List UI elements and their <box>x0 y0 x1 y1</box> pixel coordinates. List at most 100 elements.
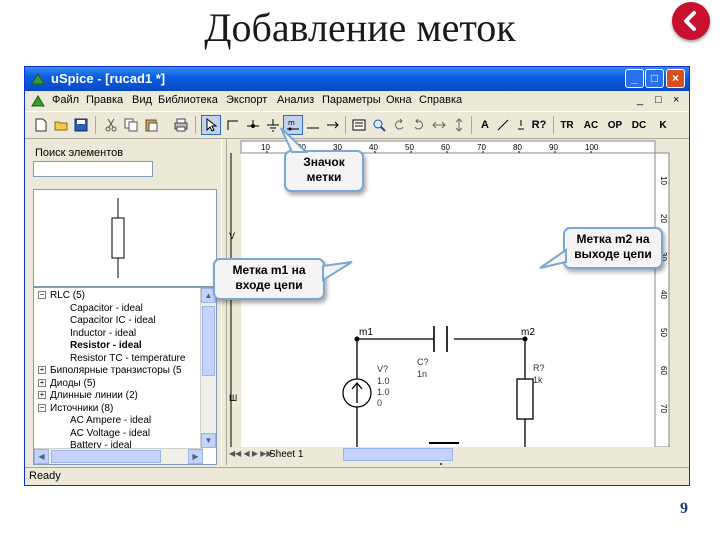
voltage-source-symbol[interactable] <box>342 378 372 408</box>
component-browser-icon[interactable] <box>349 115 369 135</box>
label-m1[interactable]: m1 <box>359 327 373 338</box>
label-m2[interactable]: m2 <box>521 327 535 338</box>
scroll-down-icon[interactable]: ▼ <box>201 433 216 448</box>
tree-vertical-scrollbar[interactable]: ▲ ▼ <box>200 288 216 448</box>
pointer-icon[interactable] <box>201 115 221 135</box>
tree-item-label: RLC (5) <box>50 290 86 301</box>
collapse-icon[interactable]: − <box>38 403 46 412</box>
transient-analysis-button[interactable]: TR <box>557 115 577 135</box>
open-folder-icon[interactable] <box>51 115 71 135</box>
scroll-thumb-horizontal[interactable] <box>51 450 161 463</box>
ruler-top-label: 10 <box>261 143 270 152</box>
wire-icon[interactable] <box>223 115 243 135</box>
sheet-tab-bar: ◀◀ ◀ ▶ ▶▶ Sheet 1 <box>227 447 687 463</box>
expand-icon[interactable]: + <box>38 366 46 374</box>
cut-icon[interactable] <box>101 115 121 135</box>
rotate-right-icon[interactable] <box>409 115 429 135</box>
zoom-icon[interactable] <box>369 115 389 135</box>
ruler-top-label: 100 <box>585 143 599 152</box>
tree-item-label: Длинные линии (2) <box>50 390 138 401</box>
dc-analysis-button[interactable]: DC <box>629 115 649 135</box>
source-param-3: 0 <box>377 398 382 408</box>
junction-icon[interactable] <box>243 115 263 135</box>
ground-icon[interactable] <box>263 115 283 135</box>
line-icon[interactable] <box>303 115 323 135</box>
menu-view[interactable]: Вид <box>132 94 152 106</box>
svg-text:m: m <box>288 119 295 127</box>
scroll-right-icon[interactable]: ▶ <box>188 449 203 464</box>
op-analysis-button[interactable]: OP <box>605 115 625 135</box>
ruler-top-label: 80 <box>513 143 522 152</box>
resistor-symbol[interactable] <box>516 378 534 420</box>
menu-export[interactable]: Экспорт <box>226 94 267 106</box>
tree-item-label: AC Ampere - ideal <box>70 415 152 426</box>
sheet-tab-1[interactable]: Sheet 1 <box>269 449 303 460</box>
menu-windows[interactable]: Окна <box>386 94 412 106</box>
callout-label-icon: Значок метки <box>284 150 364 192</box>
minimize-button[interactable]: _ <box>625 69 644 88</box>
print-icon[interactable] <box>171 115 191 135</box>
ruler-top-label: 60 <box>441 143 450 152</box>
copy-icon[interactable] <box>121 115 141 135</box>
expand-icon[interactable]: + <box>38 391 46 399</box>
line-style-icon[interactable] <box>493 115 513 135</box>
mdi-close-button[interactable]: × <box>673 94 679 106</box>
ruler-top-label: 70 <box>477 143 486 152</box>
close-button[interactable]: × <box>666 69 685 88</box>
ac-analysis-button[interactable]: AC <box>581 115 601 135</box>
scroll-thumb[interactable] <box>202 306 215 376</box>
save-icon[interactable] <box>71 115 91 135</box>
scroll-left-icon[interactable]: ◀ <box>34 449 49 464</box>
menu-edit[interactable]: Правка <box>86 94 123 106</box>
flip-vertical-icon[interactable] <box>449 115 469 135</box>
menu-help[interactable]: Справка <box>419 94 462 106</box>
annotate-tool[interactable]: R? <box>529 115 549 135</box>
source-param-1: 1.0 <box>377 376 390 386</box>
tree-item-label: AC Voltage - ideal <box>70 427 151 439</box>
menu-analysis[interactable]: Анализ <box>277 94 314 106</box>
ruler-right-label: 20 <box>659 214 668 223</box>
menu-bar: Файл Правка Вид Библиотека Экспорт Анали… <box>25 91 689 111</box>
tree-horizontal-scrollbar[interactable]: ◀ ▶ <box>34 448 203 464</box>
capacitor-value: 1n <box>417 369 427 379</box>
title-bar[interactable]: uSpice - [rucad1 *] _ □ × <box>25 67 689 91</box>
ruler-right-label: 10 <box>659 176 668 185</box>
mdi-restore-button[interactable]: □ <box>655 94 662 106</box>
text-tool[interactable]: A <box>475 115 495 135</box>
element-search-input[interactable] <box>33 161 153 177</box>
ruler-top-label: 90 <box>549 143 558 152</box>
arrow-icon[interactable] <box>323 115 343 135</box>
canvas-horizontal-scrollbar[interactable] <box>343 448 453 461</box>
k-analysis-button[interactable]: K <box>653 115 673 135</box>
element-preview <box>33 189 217 287</box>
back-button[interactable] <box>672 2 710 40</box>
mdi-minimize-button[interactable]: _ <box>637 94 643 106</box>
flip-horizontal-icon[interactable] <box>429 115 449 135</box>
search-label: Поиск элементов <box>35 147 124 159</box>
menu-parameters[interactable]: Параметры <box>322 94 381 106</box>
new-file-icon[interactable] <box>31 115 51 135</box>
expand-icon[interactable]: + <box>38 378 46 387</box>
document-icon[interactable] <box>31 94 45 108</box>
rotate-left-icon[interactable] <box>389 115 409 135</box>
ruler-right-label: 40 <box>659 290 668 299</box>
status-bar: Ready <box>25 467 689 485</box>
maximize-button[interactable]: □ <box>645 69 664 88</box>
ruler-left-mark: V <box>229 231 235 241</box>
menu-file[interactable]: Файл <box>52 94 79 106</box>
collapse-icon[interactable]: − <box>38 291 46 299</box>
tree-item-label: Источники (8) <box>50 402 114 414</box>
uspice-window: uSpice - [rucad1 *] _ □ × Файл Правка Ви… <box>24 66 690 486</box>
toolbar: m A R? TR AC OP DC K <box>25 111 689 139</box>
app-icon <box>31 73 45 85</box>
tree-item-label: Биполярные транзисторы (5 <box>50 365 182 376</box>
menu-library[interactable]: Библиотека <box>158 94 218 106</box>
underscore-icon[interactable] <box>511 115 531 135</box>
chevron-left-icon <box>684 11 696 31</box>
label-marker-icon[interactable]: m <box>283 115 303 135</box>
ruler-top-label: 50 <box>405 143 414 152</box>
sheet-nav-icon[interactable]: ◀◀ ◀ ▶ ▶▶ <box>229 449 273 458</box>
paste-icon[interactable] <box>141 115 161 135</box>
tree-item-label: Capacitor - ideal <box>70 302 143 314</box>
ruler-right-label: 50 <box>659 328 668 337</box>
